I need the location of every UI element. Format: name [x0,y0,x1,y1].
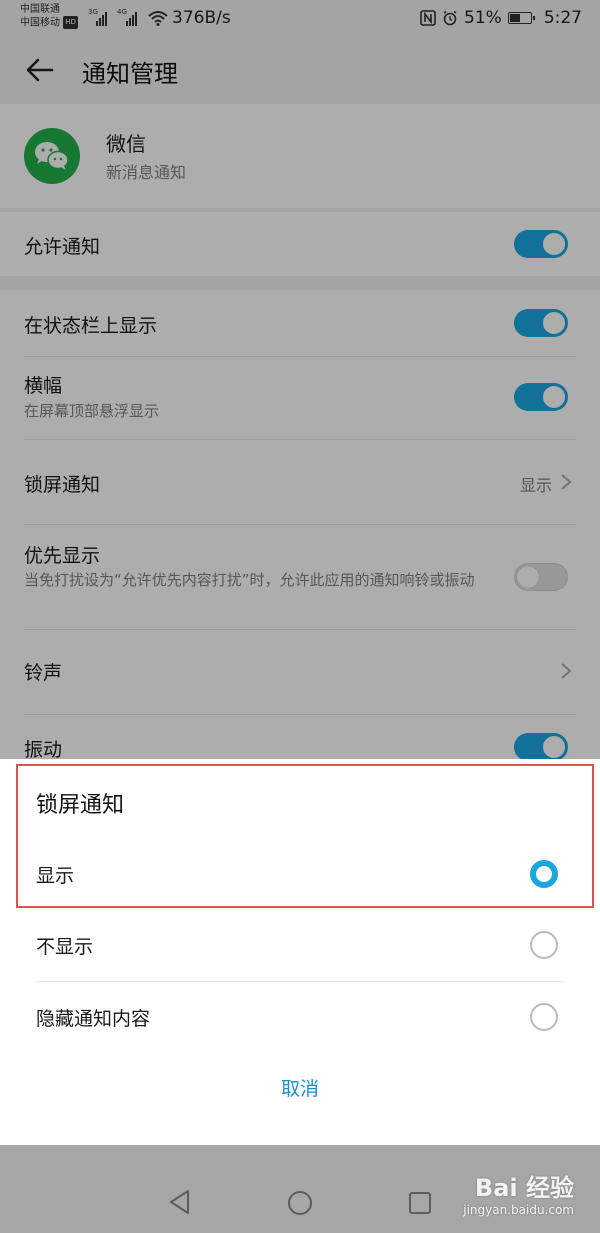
option-label: 不显示 [36,936,94,958]
option-label: 隐藏通知内容 [36,1008,151,1030]
watermark-main: Bai 经验 [474,1174,574,1202]
highlight-box [16,764,594,908]
radio-empty-icon[interactable] [530,931,558,959]
cancel-button[interactable]: 取消 [0,1074,600,1101]
radio-empty-icon[interactable] [530,1003,558,1031]
option-hide-content[interactable]: 隐藏通知内容 [0,982,600,1052]
baidu-watermark: Bai 经验 jingyan.baidu.com [463,1168,574,1217]
option-hide[interactable]: 不显示 [0,910,600,980]
watermark-url: jingyan.baidu.com [463,1203,574,1217]
